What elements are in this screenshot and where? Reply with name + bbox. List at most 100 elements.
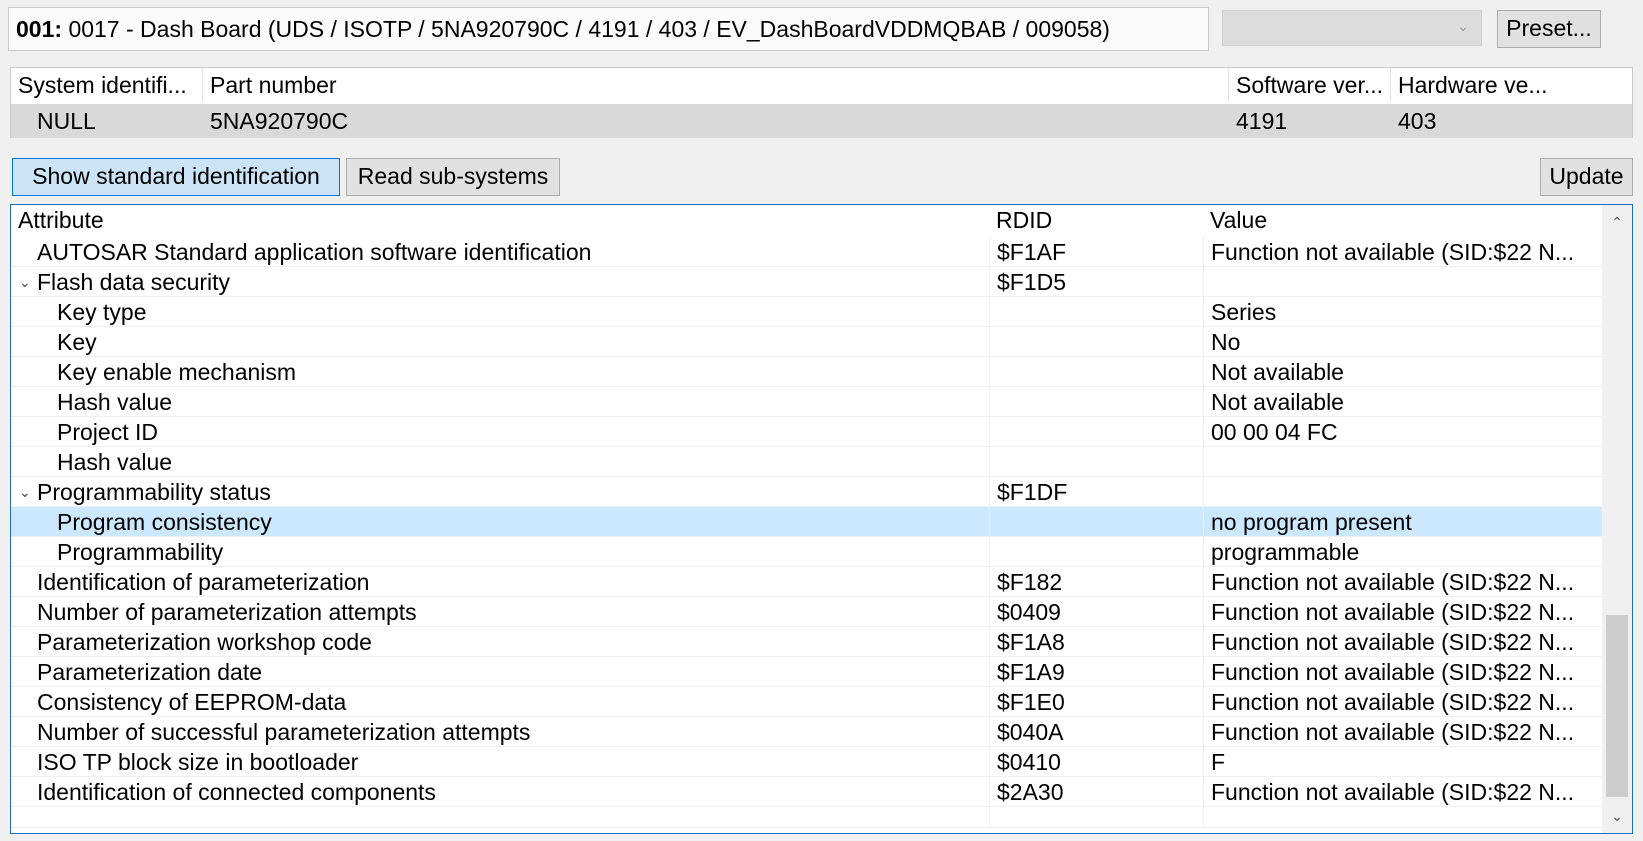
grid-row[interactable]: ⌄ Flash data security $F1D5	[11, 267, 1603, 297]
ecu-address: 001:	[16, 16, 63, 42]
rdid-cell: $2A30	[989, 777, 1203, 806]
value-cell: No	[1203, 327, 1603, 356]
identification-grid: Attribute RDID Value AUTOSAR Standard ap…	[10, 204, 1633, 834]
value-cell: programmable	[1203, 537, 1603, 566]
attribute-cell: Hash value	[57, 449, 173, 475]
rdid-cell	[989, 387, 1203, 416]
value-cell: Function not available (SID:$22 N...	[1203, 687, 1603, 716]
attribute-cell: Number of parameterization attempts	[37, 599, 417, 625]
chevron-down-icon[interactable]: ⌄	[1457, 18, 1469, 35]
grid-row[interactable]: Key enable mechanism Not available	[11, 357, 1603, 387]
rdid-cell: $0410	[989, 747, 1203, 776]
value-cell	[1203, 477, 1603, 506]
value-cell: Function not available (SID:$22 N...	[1203, 567, 1603, 596]
value-cell: Function not available (SID:$22 N...	[1203, 237, 1603, 266]
value-cell: F	[1203, 747, 1603, 776]
column-header-rdid[interactable]: RDID	[989, 205, 1203, 237]
attribute-cell: AUTOSAR Standard application software id…	[37, 239, 592, 265]
attribute-cell: Number of successful parameterization at…	[37, 719, 531, 745]
subsystem-software-version: 4191	[1236, 108, 1288, 134]
grid-row[interactable]: Identification of parameterization $F182 F…	[11, 567, 1603, 597]
value-cell: Not available	[1203, 357, 1603, 386]
value-cell: Function not available (SID:$22 N...	[1203, 627, 1603, 656]
column-header-attribute[interactable]: Attribute	[11, 205, 989, 237]
value-cell: no program present	[1203, 507, 1603, 536]
attribute-cell: Programmability	[57, 539, 224, 565]
column-header-system-id[interactable]: System identifi...	[11, 68, 203, 102]
show-standard-identification-button[interactable]: Show standard identification	[12, 158, 340, 196]
rdid-cell	[989, 807, 1203, 827]
grid-row[interactable]: Program consistency no program present	[11, 507, 1603, 537]
value-cell: Function not available (SID:$22 N...	[1203, 777, 1603, 806]
attribute-cell	[11, 807, 989, 827]
vertical-scrollbar[interactable]: ⌃ ⌄	[1602, 205, 1632, 833]
rdid-cell: $F1D5	[989, 267, 1203, 296]
grid-header: Attribute RDID Value	[11, 205, 1603, 237]
update-button[interactable]: Update	[1540, 158, 1633, 196]
value-cell	[1203, 447, 1603, 476]
subsystem-row[interactable]: NULL 5NA920790C 4191 403	[11, 104, 1632, 138]
subsystem-table: System identifi... Part number Software …	[10, 67, 1633, 138]
scrollbar-thumb[interactable]	[1606, 615, 1628, 797]
column-header-hardware-version[interactable]: Hardware ve...	[1391, 68, 1634, 102]
attribute-cell: Parameterization workshop code	[37, 629, 372, 655]
subsystem-system-id: NULL	[37, 108, 96, 134]
rdid-cell	[989, 507, 1203, 536]
rdid-cell	[989, 447, 1203, 476]
column-header-part-number[interactable]: Part number	[203, 68, 1229, 102]
value-cell: Function not available (SID:$22 N...	[1203, 597, 1603, 626]
grid-row[interactable]: Consistency of EEPROM-data $F1E0 Function …	[11, 687, 1603, 717]
grid-row[interactable]: ISO TP block size in bootloader $0410 F	[11, 747, 1603, 777]
grid-row[interactable]: Programmability programmable	[11, 537, 1603, 567]
ecu-title-field: 001: 0017 - Dash Board (UDS / ISOTP / 5N…	[8, 7, 1209, 51]
grid-row[interactable]: ⌄ Programmability status $F1DF	[11, 477, 1603, 507]
attribute-cell: Hash value	[57, 389, 173, 415]
rdid-cell: $F1A9	[989, 657, 1203, 686]
grid-rows: AUTOSAR Standard application software id…	[11, 237, 1603, 828]
value-cell: 00 00 04 FC	[1203, 417, 1603, 446]
scroll-up-arrow-icon[interactable]: ⌃	[1602, 207, 1632, 237]
value-cell: Not available	[1203, 387, 1603, 416]
grid-row[interactable]: Hash value Not available	[11, 387, 1603, 417]
rdid-cell	[989, 357, 1203, 386]
attribute-cell: Key	[57, 329, 97, 355]
read-subsystems-button[interactable]: Read sub-systems	[346, 158, 560, 196]
attribute-cell: Identification of connected components	[37, 779, 436, 805]
column-header-value[interactable]: Value	[1203, 205, 1603, 237]
grid-row[interactable]: AUTOSAR Standard application software id…	[11, 237, 1603, 267]
rdid-cell	[989, 537, 1203, 566]
grid-row[interactable]: Number of parameterization attempts $0409…	[11, 597, 1603, 627]
grid-row[interactable]: Parameterization date $F1A9 Function not a…	[11, 657, 1603, 687]
attribute-cell: Consistency of EEPROM-data	[37, 689, 347, 715]
scroll-down-arrow-icon[interactable]: ⌄	[1602, 801, 1632, 831]
rdid-cell	[989, 297, 1203, 326]
grid-row[interactable]: Parameterization workshop code $F1A8 Funct…	[11, 627, 1603, 657]
attribute-cell: Program consistency	[57, 509, 272, 535]
rdid-cell: $0409	[989, 597, 1203, 626]
rdid-cell: $040A	[989, 717, 1203, 746]
attribute-cell: ISO TP block size in bootloader	[37, 749, 359, 775]
column-header-software-version[interactable]: Software ver...	[1229, 68, 1391, 102]
subsystem-part-number: 5NA920790C	[210, 108, 349, 134]
grid-row[interactable]: Key type Series	[11, 297, 1603, 327]
attribute-cell: Project ID	[57, 419, 158, 445]
value-cell: Series	[1203, 297, 1603, 326]
subsystem-table-header: System identifi... Part number Software …	[11, 68, 1632, 102]
attribute-cell: Identification of parameterization	[37, 569, 370, 595]
attribute-cell: Programmability status	[37, 479, 271, 505]
attribute-cell: Key type	[57, 299, 147, 325]
rdid-cell: $F1E0	[989, 687, 1203, 716]
grid-row[interactable]: Identification of connected components $2…	[11, 777, 1603, 807]
grid-row[interactable]: Key No	[11, 327, 1603, 357]
preset-combo[interactable]: ⌄	[1222, 10, 1482, 46]
grid-row[interactable]: Hash value	[11, 447, 1603, 477]
rdid-cell	[989, 327, 1203, 356]
preset-button[interactable]: Preset...	[1497, 10, 1601, 48]
attribute-cell: Flash data security	[37, 269, 231, 295]
rdid-cell: $F1AF	[989, 237, 1203, 266]
subsystem-hardware-version: 403	[1398, 108, 1437, 134]
value-cell: Function not available (SID:$22 N...	[1203, 717, 1603, 746]
grid-row[interactable]: Project ID 00 00 04 FC	[11, 417, 1603, 447]
grid-row[interactable]: Number of successful parameterization at…	[11, 717, 1603, 747]
ecu-title: 0017 - Dash Board (UDS / ISOTP / 5NA9207…	[68, 16, 1110, 42]
